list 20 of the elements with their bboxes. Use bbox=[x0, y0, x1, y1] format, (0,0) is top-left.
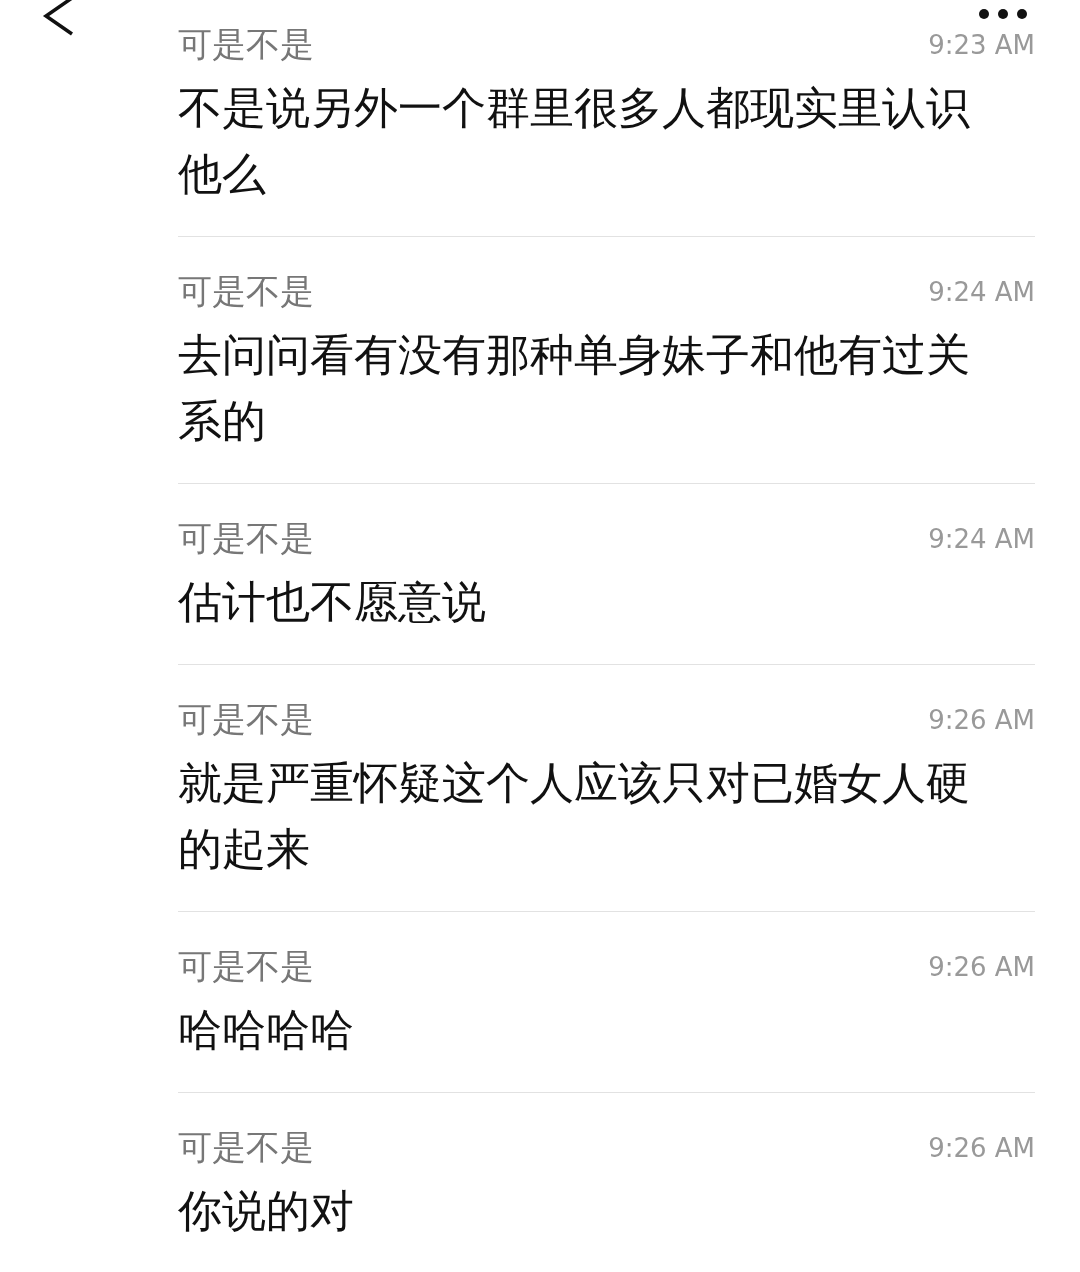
back-icon[interactable] bbox=[42, 0, 76, 36]
message-time: 9:23 AM bbox=[928, 30, 1035, 60]
message-text: 去问问看有没有那种单身妹子和他有过关系的 bbox=[178, 328, 971, 448]
message-text: 哈哈哈哈 bbox=[178, 1003, 355, 1057]
sender-name: 可是不是 bbox=[178, 1127, 314, 1167]
message-text: 不是说另外一个群里很多人都现实里认识他么 bbox=[178, 81, 971, 201]
message-time: 9:26 AM bbox=[928, 1133, 1035, 1163]
message-time: 9:24 AM bbox=[928, 524, 1035, 554]
sender-name: 可是不是 bbox=[178, 518, 314, 558]
sender-name: 可是不是 bbox=[178, 699, 314, 739]
message-text: 估计也不愿意说 bbox=[178, 575, 487, 629]
message-text: 你说的对 bbox=[178, 1184, 355, 1238]
message-time: 9:24 AM bbox=[928, 277, 1035, 307]
message-time: 9:26 AM bbox=[928, 705, 1035, 735]
more-icon[interactable] bbox=[978, 8, 1028, 20]
sender-name: 可是不是 bbox=[178, 24, 314, 64]
message-time: 9:26 AM bbox=[928, 952, 1035, 982]
sender-name: 可是不是 bbox=[178, 271, 314, 311]
sender-name: 可是不是 bbox=[178, 946, 314, 986]
message-text: 就是严重怀疑这个人应该只对已婚女人硬的起来 bbox=[178, 756, 971, 876]
